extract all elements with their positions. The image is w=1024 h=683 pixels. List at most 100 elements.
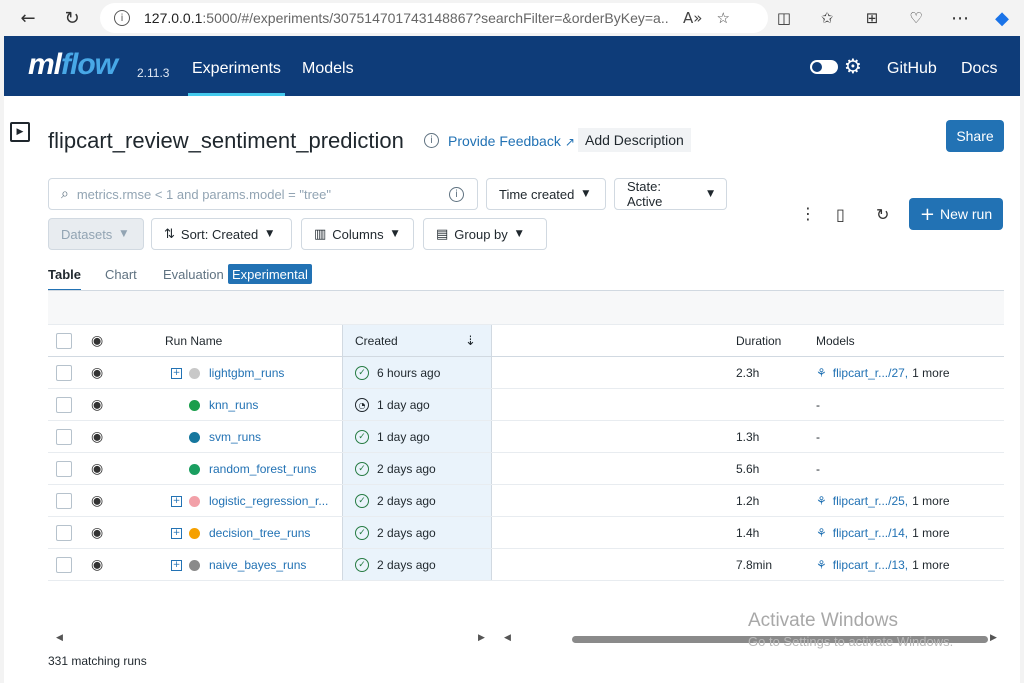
scroll-left-icon[interactable]: ◀: [504, 633, 511, 643]
eye-icon[interactable]: ◉: [91, 517, 103, 549]
run-color-dot[interactable]: [189, 431, 200, 443]
run-color-dot[interactable]: [189, 463, 200, 475]
split-screen-icon[interactable]: ◫: [772, 6, 796, 30]
mlflow-logo[interactable]: mlflow: [28, 48, 118, 82]
model-link[interactable]: flipcart_r.../25,: [833, 494, 908, 508]
row-checkbox[interactable]: [56, 429, 72, 445]
collections-icon[interactable]: ⊞: [860, 6, 884, 30]
tab-table[interactable]: Table: [48, 267, 81, 291]
column-created[interactable]: Created: [355, 325, 398, 357]
health-icon[interactable]: ♡: [904, 6, 928, 30]
info-icon[interactable]: i: [424, 133, 439, 148]
more-models-link[interactable]: 1 more: [912, 494, 949, 508]
nav-models[interactable]: Models: [302, 60, 354, 78]
row-checkbox[interactable]: [56, 397, 72, 413]
search-input[interactable]: ⌕ metrics.rmse < 1 and params.model = "t…: [48, 178, 478, 210]
expand-icon[interactable]: +: [171, 495, 182, 507]
run-name-link[interactable]: svm_runs: [209, 421, 261, 453]
row-checkbox[interactable]: [56, 557, 72, 573]
more-models-link[interactable]: 1 more: [912, 558, 949, 572]
gear-icon[interactable]: ⚙: [844, 54, 862, 78]
model-link[interactable]: flipcart_r.../13,: [833, 558, 908, 572]
run-name-link[interactable]: decision_tree_runs: [209, 517, 310, 549]
eye-icon[interactable]: ◉: [91, 549, 103, 581]
scroll-right-icon[interactable]: ▶: [990, 633, 997, 643]
columns-dropdown[interactable]: ▥ Columns ▼: [301, 218, 414, 250]
select-all-checkbox[interactable]: [56, 333, 72, 349]
github-link[interactable]: GitHub: [887, 60, 937, 78]
table-row[interactable]: ◉ knn_runs ◔ 1 day ago -: [48, 389, 1004, 421]
column-run-name[interactable]: Run Name: [165, 325, 222, 357]
row-checkbox[interactable]: [56, 461, 72, 477]
runs-table: ◉ Run Name Created ⇣ Duration Models ◉ + l…: [48, 290, 1004, 581]
more-options-icon[interactable]: ⋯: [948, 6, 972, 30]
sort-dropdown[interactable]: ⇅ Sort: Created ▼: [151, 218, 292, 250]
run-color-dot[interactable]: [189, 367, 200, 379]
theme-toggle[interactable]: [810, 60, 838, 74]
table-row[interactable]: ◉ random_forest_runs ✓ 2 days ago 5.6h -: [48, 453, 1004, 485]
copilot-icon[interactable]: ◆: [990, 6, 1014, 30]
provide-feedback-link[interactable]: Provide Feedback ↗: [448, 133, 575, 149]
sort-desc-icon[interactable]: ⇣: [465, 325, 476, 357]
table-row[interactable]: ◉ svm_runs ✓ 1 day ago 1.3h -: [48, 421, 1004, 453]
expand-icon[interactable]: +: [171, 559, 182, 571]
time-created-dropdown[interactable]: Time created ▼: [486, 178, 606, 210]
run-color-dot[interactable]: [189, 527, 200, 539]
run-name-link[interactable]: knn_runs: [209, 389, 258, 421]
tab-chart[interactable]: Chart: [105, 267, 137, 282]
run-name-link[interactable]: naive_bayes_runs: [209, 549, 306, 581]
run-name-link[interactable]: random_forest_runs: [209, 453, 316, 485]
share-button[interactable]: Share: [946, 120, 1004, 152]
run-name-link[interactable]: logistic_regression_r...: [209, 485, 328, 517]
group-by-dropdown[interactable]: ▤ Group by ▼: [423, 218, 547, 250]
eye-icon[interactable]: ◉: [91, 357, 103, 389]
eye-icon[interactable]: ◉: [91, 421, 103, 453]
read-aloud-icon[interactable]: A»: [683, 9, 702, 27]
site-info-icon[interactable]: i: [114, 10, 130, 26]
add-description-button[interactable]: Add Description: [578, 128, 691, 152]
model-link[interactable]: flipcart_r.../27,: [833, 366, 908, 380]
new-run-button[interactable]: + New run: [909, 198, 1003, 230]
column-models[interactable]: Models: [816, 325, 855, 357]
row-checkbox[interactable]: [56, 365, 72, 381]
run-color-dot[interactable]: [189, 399, 200, 411]
column-duration[interactable]: Duration: [736, 325, 781, 357]
tab-evaluation[interactable]: Evaluation: [163, 267, 224, 282]
table-row[interactable]: ◉ + lightgbm_runs ✓ 6 hours ago 2.3h ⚘ flipcart…: [48, 357, 1004, 389]
scroll-right-icon[interactable]: ▶: [478, 633, 485, 643]
scroll-left-icon[interactable]: ◀: [56, 633, 63, 643]
eye-icon[interactable]: ◉: [91, 389, 103, 421]
model-link[interactable]: flipcart_r.../14,: [833, 526, 908, 540]
table-row[interactable]: ◉ + naive_bayes_runs ✓ 2 days ago 7.8min ⚘ flip…: [48, 549, 1004, 581]
row-checkbox[interactable]: [56, 525, 72, 541]
back-arrow-icon[interactable]: ←: [16, 6, 40, 30]
plus-icon: +: [919, 203, 935, 225]
row-checkbox[interactable]: [56, 493, 72, 509]
eye-icon[interactable]: ◉: [91, 453, 103, 485]
table-row[interactable]: ◉ + decision_tree_runs ✓ 2 days ago 1.4h ⚘ flip…: [48, 517, 1004, 549]
reload-icon[interactable]: ↻: [60, 6, 84, 30]
run-name-link[interactable]: lightgbm_runs: [209, 357, 284, 389]
run-color-dot[interactable]: [189, 559, 200, 571]
table-row[interactable]: ◉ + logistic_regression_r... ✓ 2 days ago 1.2…: [48, 485, 1004, 517]
eye-icon[interactable]: ◉: [91, 325, 103, 357]
docs-link[interactable]: Docs: [961, 60, 997, 78]
refresh-icon[interactable]: ↻: [876, 205, 889, 224]
search-help-icon[interactable]: i: [449, 187, 464, 202]
kebab-menu-icon[interactable]: ⋮: [800, 204, 816, 223]
nav-experiments[interactable]: Experiments: [188, 60, 285, 97]
favorite-star-icon[interactable]: ☆: [716, 9, 729, 27]
expand-icon[interactable]: +: [171, 367, 182, 379]
side-panel-icon[interactable]: ▯: [836, 205, 845, 224]
model-icon: ⚘: [816, 558, 827, 572]
run-color-dot[interactable]: [189, 495, 200, 507]
expand-icon[interactable]: +: [171, 527, 182, 539]
favorites-icon[interactable]: ✩: [815, 6, 839, 30]
state-dropdown[interactable]: State: Active ▼: [614, 178, 727, 210]
more-models-link[interactable]: 1 more: [912, 366, 949, 380]
address-bar[interactable]: i 127.0.0.1:5000/#/experiments/307514701…: [100, 3, 768, 33]
eye-icon[interactable]: ◉: [91, 485, 103, 517]
datasets-dropdown[interactable]: Datasets ▼: [48, 218, 144, 250]
sidebar-toggle-icon[interactable]: ▶: [10, 122, 30, 142]
more-models-link[interactable]: 1 more: [912, 526, 949, 540]
